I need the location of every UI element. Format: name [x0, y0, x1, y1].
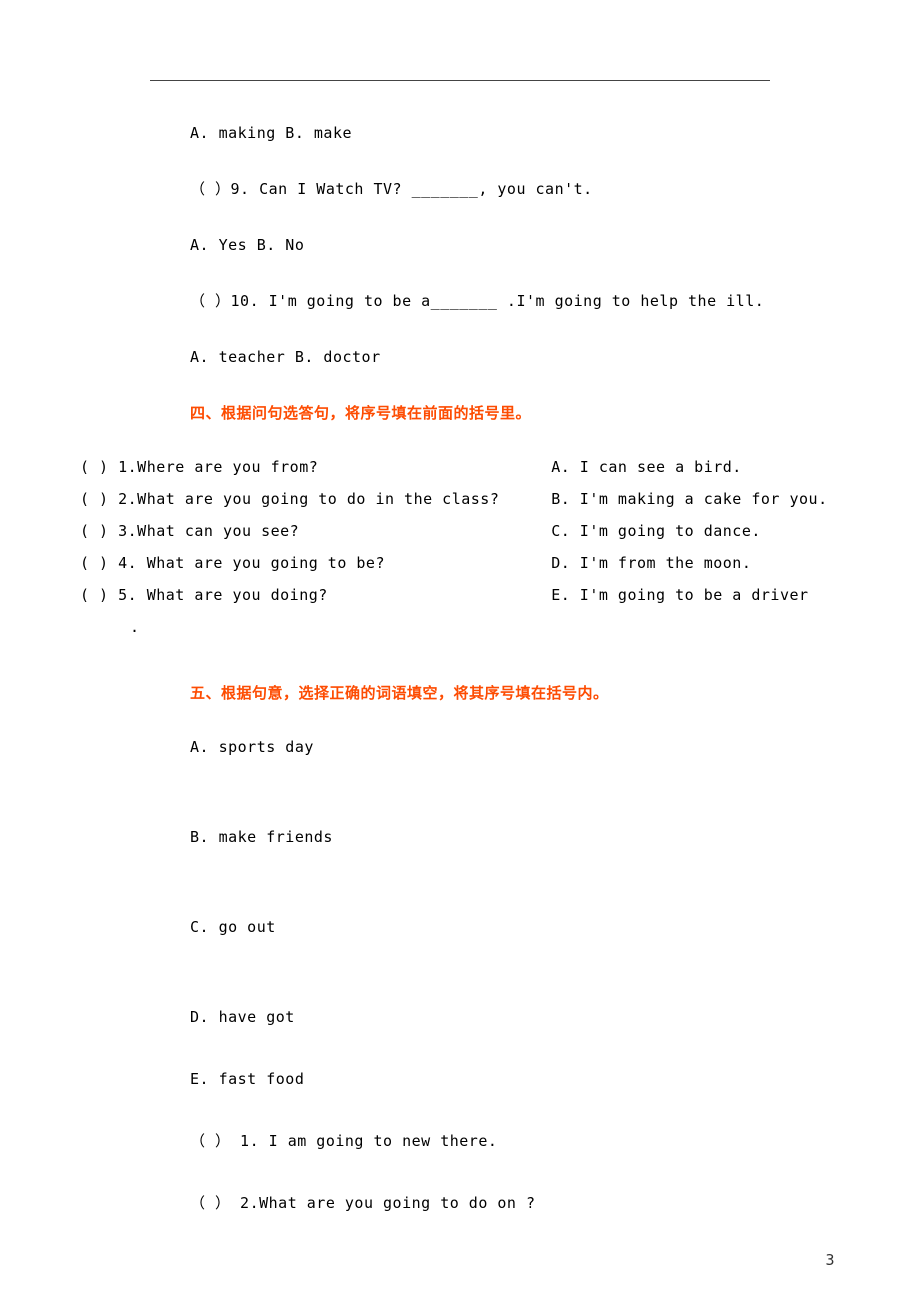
match-question: ( ) 5. What are you doing? [80, 583, 551, 607]
page-number: 3 [825, 1248, 835, 1272]
top-separator [150, 80, 770, 81]
match-answer: E. I'm going to be a driver [551, 583, 840, 607]
match-question: ( ) 1.Where are you from? [80, 455, 551, 479]
page-content: A. making B. make （ ）9. Can I Watch TV? … [0, 0, 920, 1215]
match-row: ( ) 4. What are you going to be? D. I'm … [80, 551, 840, 575]
section-3-remainder: A. making B. make （ ）9. Can I Watch TV? … [80, 121, 840, 425]
section-5-item: （ ） 1. I am going to new there. [190, 1129, 840, 1153]
section-5-option: E. fast food [190, 1067, 840, 1091]
section-5-option: C. go out [190, 915, 840, 939]
section-5-item: （ ） 2.What are you going to do on ? [190, 1191, 840, 1215]
q10-text: （ ）10. I'm going to be a_______ .I'm goi… [190, 289, 840, 313]
section-5-option: A. sports day [190, 735, 840, 759]
match-answer: C. I'm going to dance. [551, 519, 840, 543]
match-row: ( ) 2.What are you going to do in the cl… [80, 487, 840, 511]
section-5-heading: 五、根据句意，选择正确的词语填空，将其序号填在括号内。 [190, 681, 840, 705]
trailing-dot: . [80, 615, 840, 639]
q8-options: A. making B. make [190, 121, 840, 145]
match-answer: D. I'm from the moon. [551, 551, 840, 575]
section-5-option: B. make friends [190, 825, 840, 849]
match-row: ( ) 5. What are you doing? E. I'm going … [80, 583, 840, 607]
section-5-option: D. have got [190, 1005, 840, 1029]
match-row: ( ) 3.What can you see? C. I'm going to … [80, 519, 840, 543]
q9-options: A. Yes B. No [190, 233, 840, 257]
section-5: 五、根据句意，选择正确的词语填空，将其序号填在括号内。 A. sports da… [80, 681, 840, 1215]
match-question: ( ) 4. What are you going to be? [80, 551, 551, 575]
match-answer: B. I'm making a cake for you. [551, 487, 840, 511]
section-4-heading: 四、根据问句选答句，将序号填在前面的括号里。 [190, 401, 840, 425]
match-question: ( ) 3.What can you see? [80, 519, 551, 543]
match-answer: A. I can see a bird. [551, 455, 840, 479]
match-row: ( ) 1.Where are you from? A. I can see a… [80, 455, 840, 479]
match-question: ( ) 2.What are you going to do in the cl… [80, 487, 551, 511]
section-4-content: ( ) 1.Where are you from? A. I can see a… [80, 455, 840, 607]
q9-text: （ ）9. Can I Watch TV? _______, you can't… [190, 177, 840, 201]
q10-options: A. teacher B. doctor [190, 345, 840, 369]
